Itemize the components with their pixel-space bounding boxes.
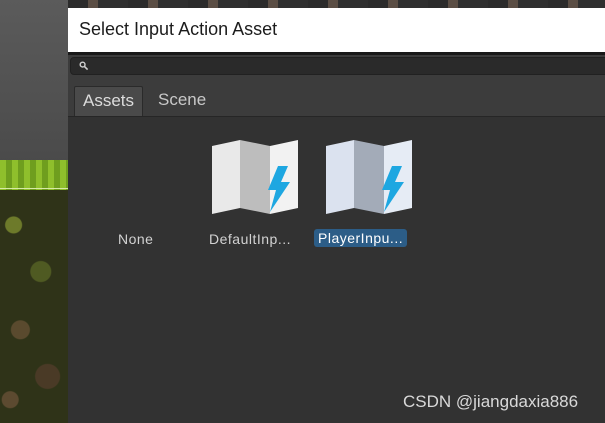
asset-label-selected: PlayerInpu... [314, 229, 408, 247]
background-dirt [0, 190, 68, 423]
background-scene [0, 0, 68, 423]
asset-item-defaultinput[interactable]: DefaultInp... [205, 140, 305, 255]
background-line [0, 188, 68, 189]
watermark: CSDN @jiangdaxia886 [403, 392, 579, 411]
search-icon [79, 61, 89, 71]
asset-label: None [118, 231, 154, 247]
asset-item-playerinput[interactable]: PlayerInpu... [312, 140, 422, 255]
asset-label: DefaultInp... [209, 231, 291, 247]
search-bar [68, 55, 605, 81]
tab-bar: Assets Scene [68, 81, 605, 117]
tab-scene[interactable]: Scene [150, 86, 214, 116]
asset-item-none[interactable]: None [100, 140, 180, 255]
search-input[interactable] [70, 57, 605, 75]
background-grass [0, 160, 68, 190]
background-sky [0, 0, 68, 165]
window-titlebar[interactable]: Select Input Action Asset [68, 8, 605, 52]
background-top-strip [68, 0, 605, 8]
input-action-asset-icon [212, 140, 298, 214]
window-title: Select Input Action Asset [79, 19, 278, 39]
input-action-asset-icon [326, 140, 412, 214]
tab-assets[interactable]: Assets [74, 86, 144, 116]
